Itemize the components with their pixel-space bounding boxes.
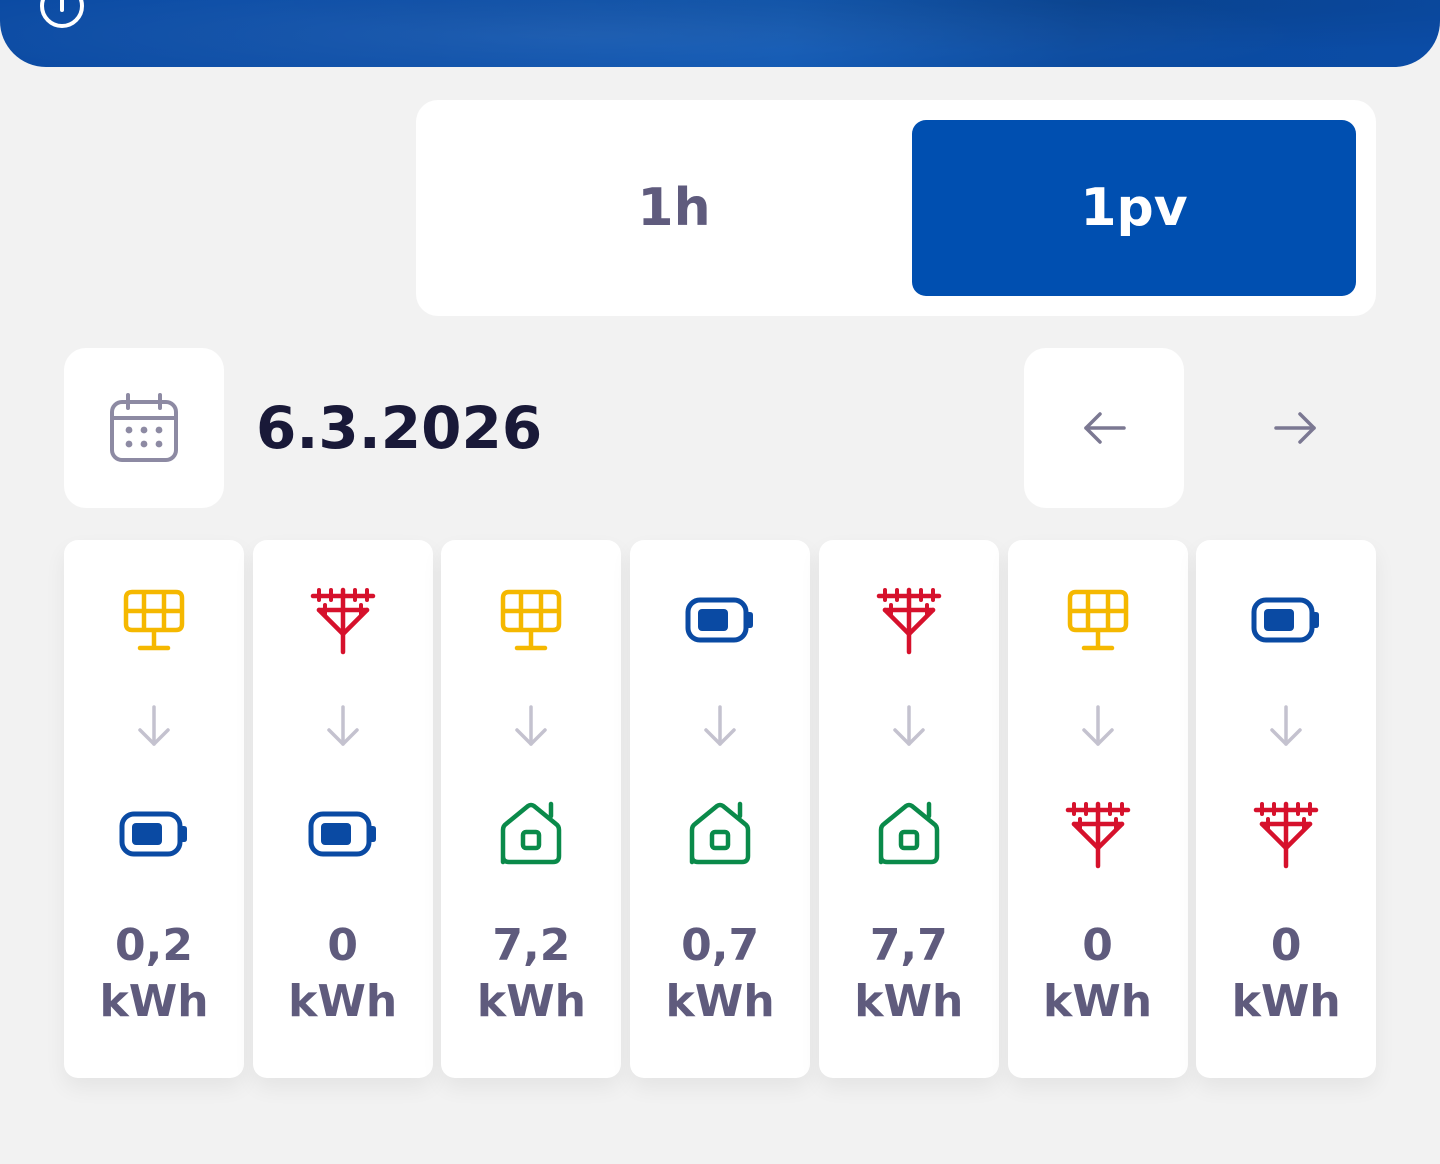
home-icon [684, 798, 756, 870]
flow-value: 7,7 [869, 920, 948, 971]
arrow-down-icon [134, 704, 174, 748]
energy-flow-card: 7,7 kWh [818, 540, 999, 1078]
flow-unit: kWh [99, 976, 209, 1027]
solar-panel-icon [118, 584, 190, 656]
flow-unit: kWh [1042, 976, 1153, 1027]
battery-icon [118, 798, 190, 870]
flow-value: 0 [1270, 920, 1302, 971]
power-grid-icon [307, 584, 379, 656]
arrow-down-icon [511, 704, 551, 748]
flow-unit: kWh [1231, 976, 1341, 1027]
flow-unit: kWh [476, 976, 586, 1027]
energy-flow-card: 0 kWh [252, 540, 433, 1078]
arrow-left-icon [1080, 408, 1128, 448]
energy-flow-list: 0,2 kWh 0 kWh 7,2 kWh 0,7 kWh 7,7 kWh 0 … [64, 540, 1377, 1080]
arrow-down-icon [323, 704, 363, 748]
period-toggle: 1h 1pv [416, 100, 1376, 316]
next-day-button[interactable] [1216, 348, 1376, 508]
solar-panel-icon [495, 584, 567, 656]
energy-flow-card: 0 kWh [1196, 540, 1377, 1078]
toggle-option-1pv[interactable]: 1pv [912, 120, 1356, 296]
arrow-down-icon [1266, 704, 1306, 748]
energy-flow-card: 0,2 kWh [64, 540, 244, 1078]
arrow-down-icon [700, 704, 740, 748]
power-grid-icon [1250, 798, 1322, 870]
power-grid-icon [873, 584, 945, 656]
energy-flow-card: 0,7 kWh [630, 540, 811, 1078]
battery-icon [307, 798, 379, 870]
arrow-down-icon [889, 704, 929, 748]
flow-value: 0 [327, 920, 358, 971]
flow-value: 7,2 [492, 920, 571, 971]
home-icon [495, 798, 567, 870]
energy-flow-card: 0 kWh [1007, 540, 1188, 1078]
flow-value: 0 [1082, 920, 1113, 971]
calendar-button[interactable] [64, 348, 224, 508]
info-icon[interactable] [38, 0, 86, 30]
previous-day-button[interactable] [1024, 348, 1184, 508]
energy-flow-card: 7,2 kWh [441, 540, 622, 1078]
flow-value: 0,7 [681, 920, 760, 971]
arrow-right-icon [1272, 408, 1320, 448]
solar-panel-icon [1062, 584, 1134, 656]
power-grid-icon [1062, 798, 1134, 870]
battery-icon [684, 584, 756, 656]
home-icon [873, 798, 945, 870]
selected-date: 6.3.2026 [256, 394, 543, 462]
header-banner [0, 0, 1440, 67]
arrow-down-icon [1078, 704, 1118, 748]
flow-unit: kWh [288, 976, 398, 1027]
toggle-option-1h[interactable]: 1h [436, 120, 912, 296]
battery-icon [1250, 584, 1322, 656]
calendar-icon [108, 392, 180, 464]
flow-unit: kWh [665, 976, 775, 1027]
flow-unit: kWh [854, 976, 964, 1027]
flow-value: 0,2 [115, 920, 193, 971]
